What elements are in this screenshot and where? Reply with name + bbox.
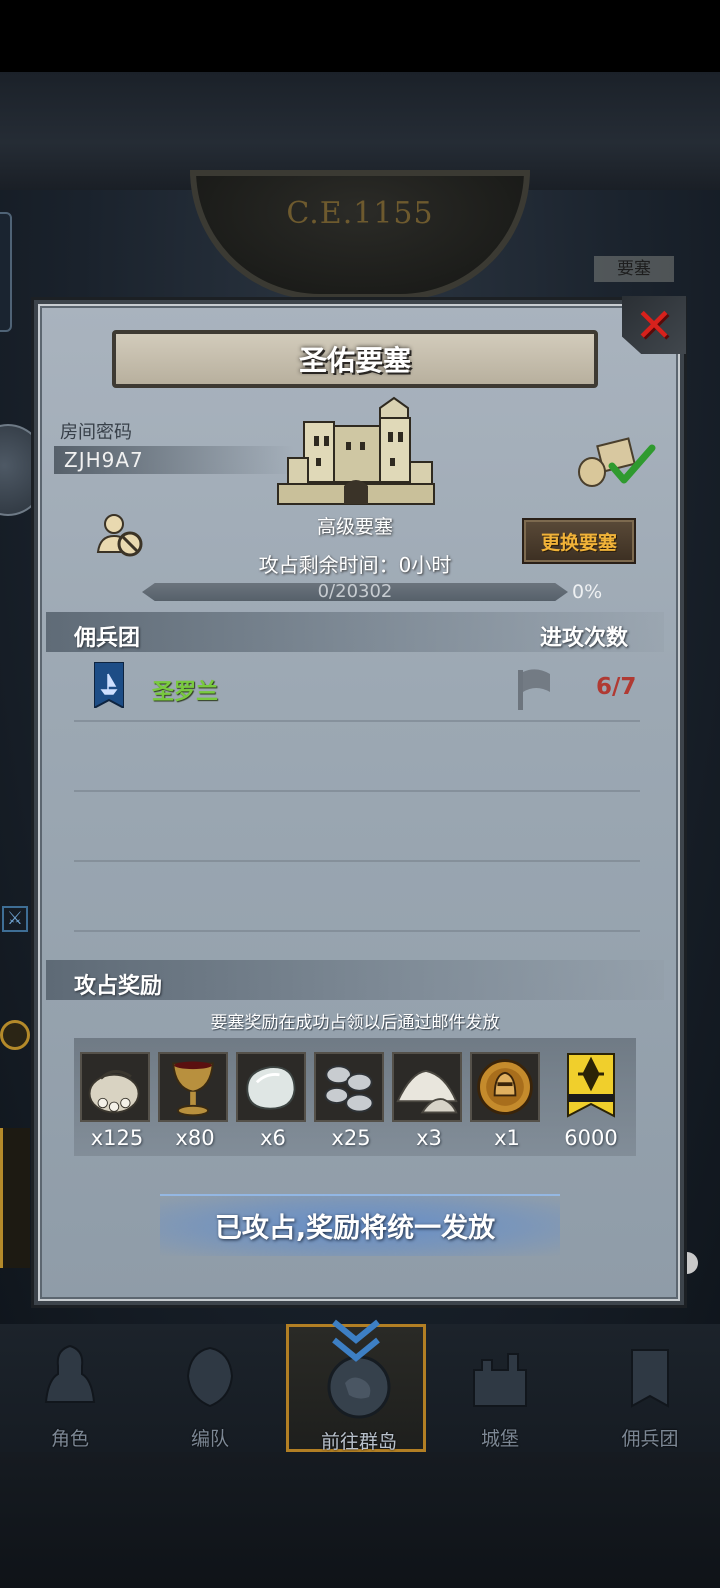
guild-banner-icon [94,662,124,708]
list-divider [74,790,640,792]
nav-label: 佣兵团 [621,1428,679,1450]
salt-pile-icon[interactable] [392,1052,462,1122]
nav-character[interactable]: 角色 [0,1324,140,1452]
honor-banner-icon[interactable] [556,1052,626,1122]
claimed-status: 已攻占,奖励将统一发放 [214,1213,496,1244]
progress-count: 0/20302 [317,581,393,602]
dialog-title: 圣佑要塞 [298,344,411,377]
attack-count-header: 进攻次数 [540,626,629,651]
reward-qty: x25 [331,1126,371,1150]
nav-label: 前往群岛 [320,1431,397,1453]
side-panel-edge [0,1128,30,1268]
nav-formation[interactable]: 编队 [140,1324,280,1452]
room-code-label: 房间密码 [60,422,132,443]
attack-flag-icon [518,669,550,710]
silver-ore-icon[interactable] [314,1052,384,1122]
remaining-time: 攻占剩余时间：0小时 [258,553,452,577]
status-bar-area [0,0,720,72]
list-divider [74,720,640,722]
crossed-swords-icon[interactable]: ⚔ [2,906,28,932]
era-label: C.E.1155 [286,196,434,231]
supply-claimed-icon[interactable] [576,436,658,488]
list-divider [74,860,640,862]
castle-nav-icon [473,1353,527,1407]
reward-qty: x125 [90,1126,144,1150]
nav-label: 编队 [190,1428,229,1450]
reward-qty: 6000 [564,1126,618,1150]
coin-sack-icon[interactable] [80,1052,150,1122]
reward-qty: x80 [175,1126,215,1150]
character-icon [44,1344,96,1403]
map-fortress-label: 要塞 [594,256,674,282]
nav-mercenary[interactable]: 佣兵团 [580,1324,720,1452]
formation-icon [186,1346,234,1408]
mercenary-icon [631,1349,669,1408]
title-banner: 圣佑要塞 [112,330,598,388]
nav-castle[interactable]: 城堡 [430,1324,570,1452]
guild-name[interactable]: 圣罗兰 [152,674,218,706]
chevron-down-icon [332,1319,380,1362]
nav-label: 角色 [50,1428,89,1450]
list-divider [74,930,640,932]
progress-percent: 0% [572,581,603,603]
castle-icon [277,396,435,505]
nav-label: 城堡 [480,1428,519,1450]
room-code-value: ZJH9A7 [64,448,144,472]
mercenary-header: 佣兵团 [74,626,141,651]
rewards-note: 要塞奖励在成功占领以后通过邮件发放 [210,1013,500,1033]
goblet-icon[interactable] [158,1052,228,1122]
rewards-header: 攻占奖励 [74,974,163,999]
reward-qty: x6 [260,1126,286,1150]
attack-count: 6/7 [596,674,637,700]
close-icon: ✕ [634,298,674,352]
gem-stone-icon[interactable] [236,1052,306,1122]
knight-medal-icon[interactable] [470,1052,540,1122]
reward-qty: x1 [494,1126,520,1150]
left-edge-tab[interactable] [0,212,12,332]
reward-qty: x3 [416,1126,442,1150]
bottom-band [0,1452,720,1588]
